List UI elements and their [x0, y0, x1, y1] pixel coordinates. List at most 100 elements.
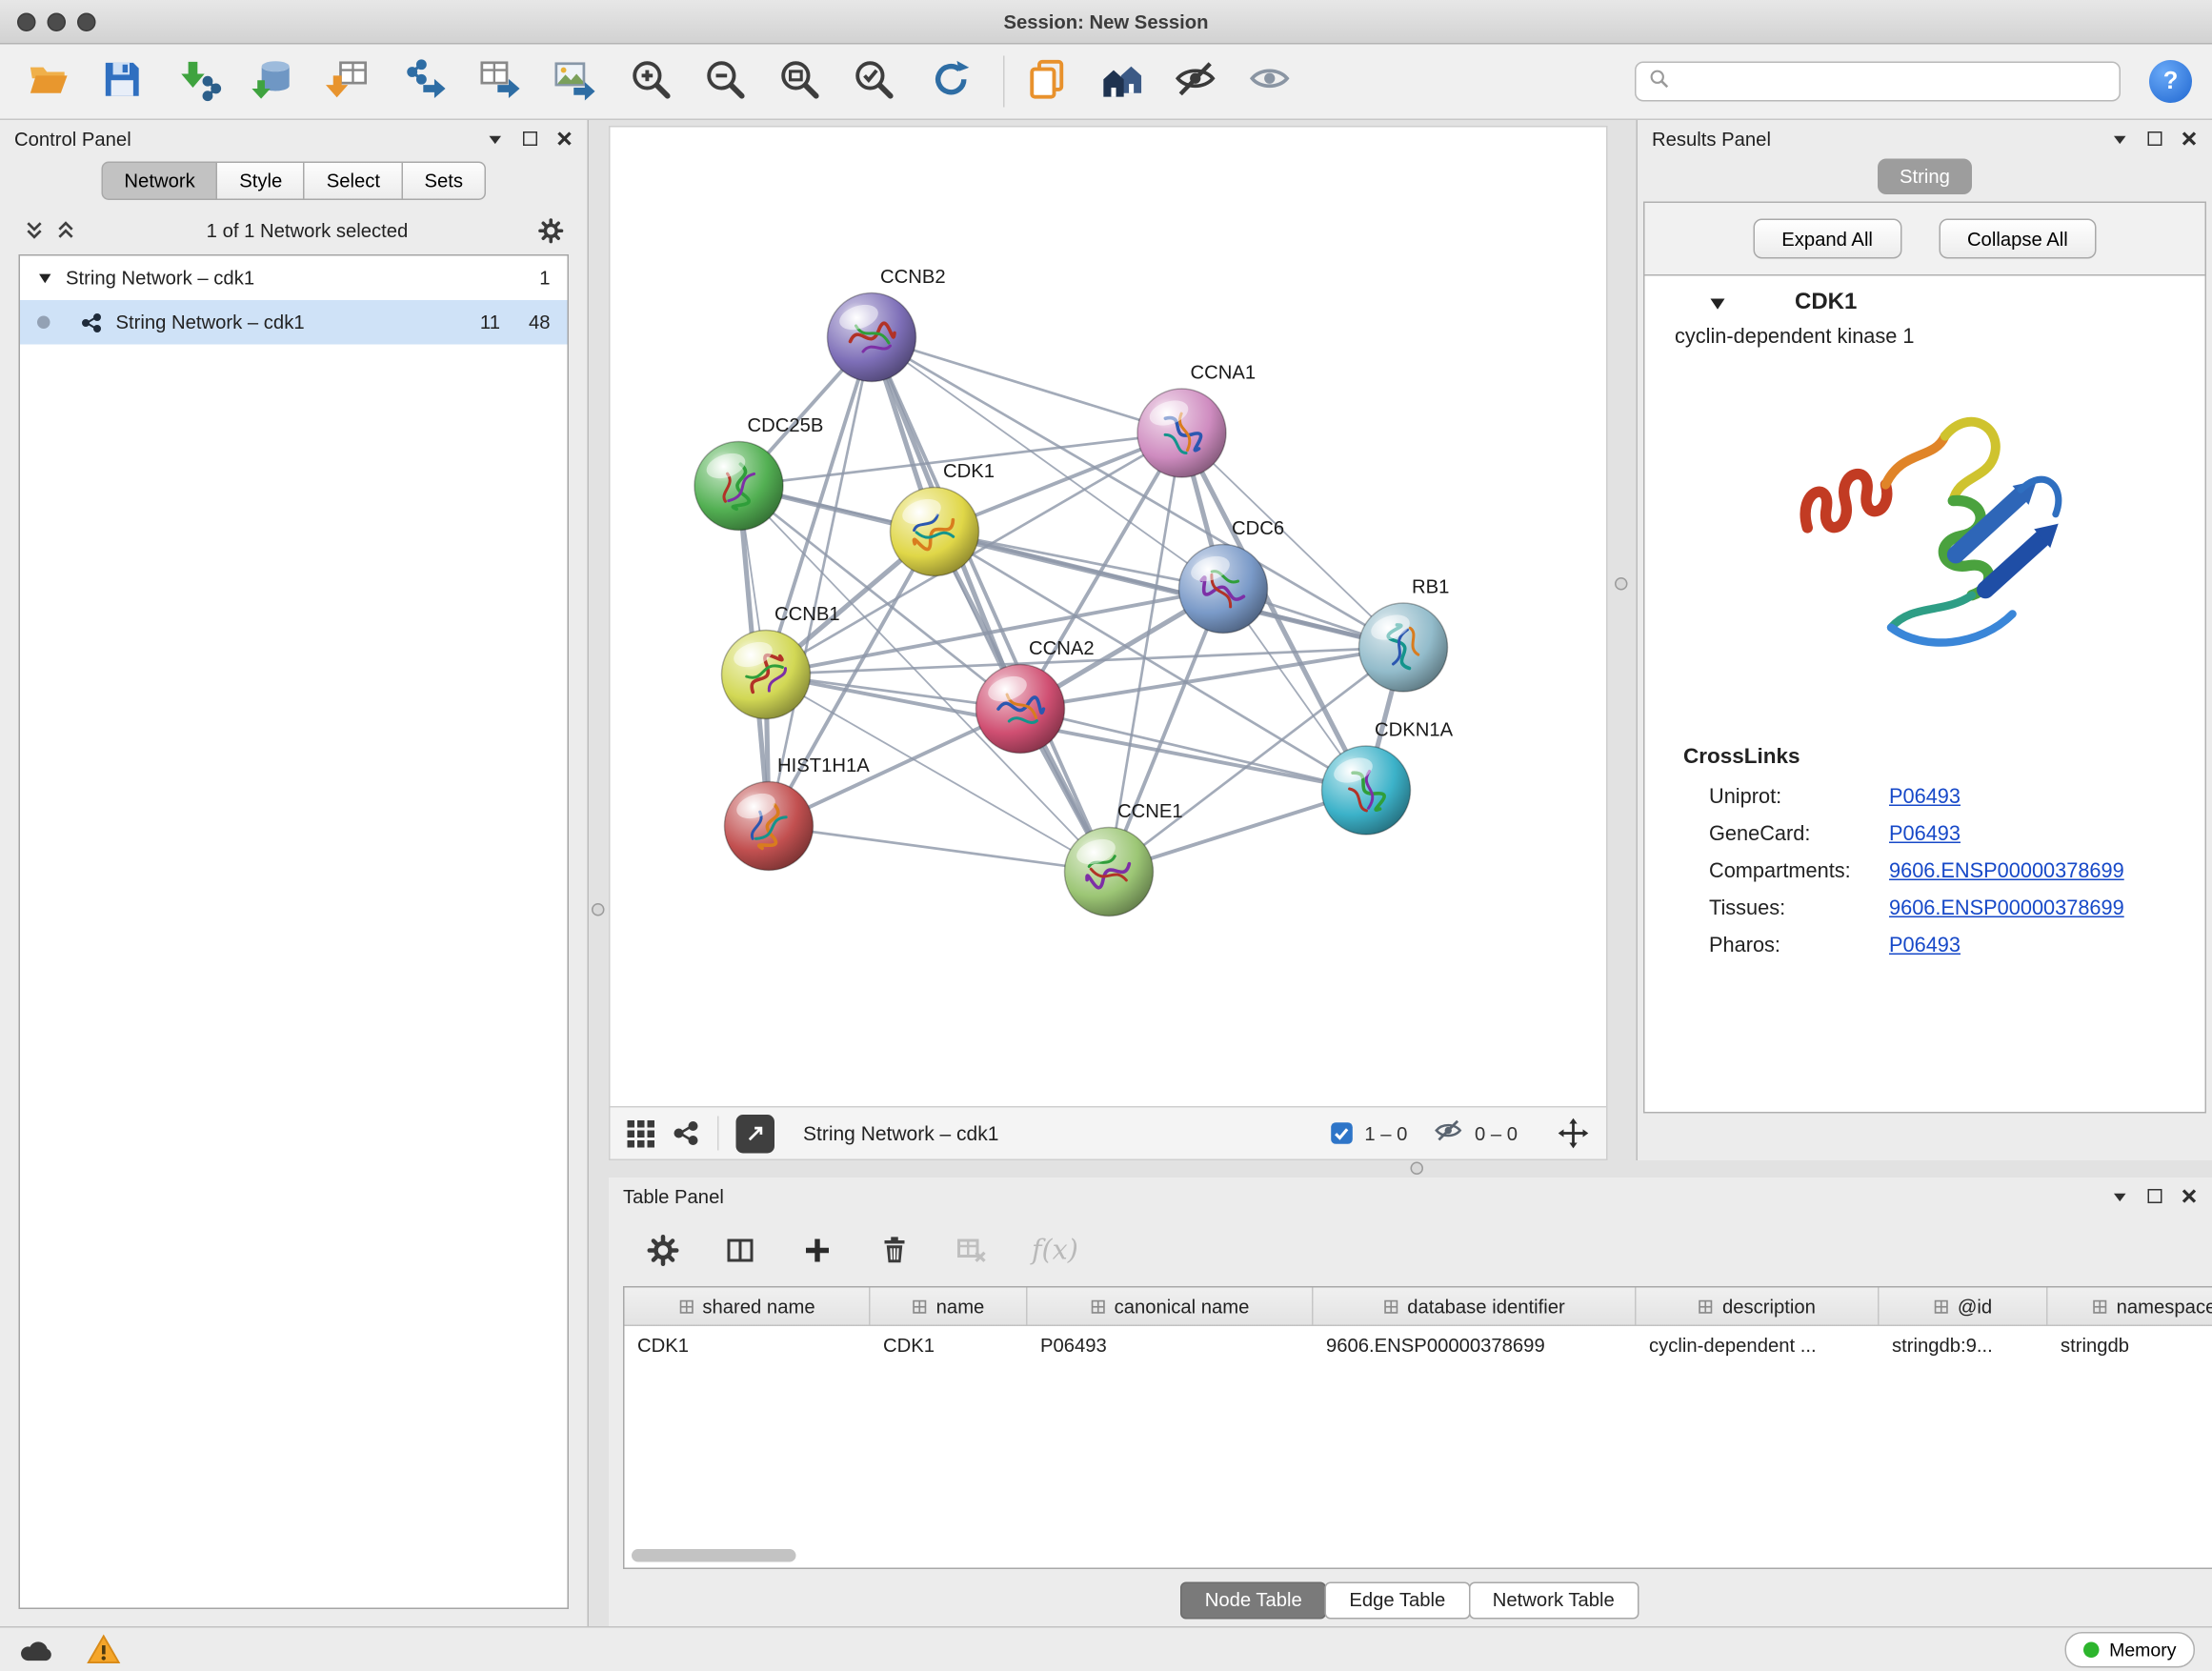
panel-menu-button[interactable] — [2111, 130, 2130, 149]
export-view-button[interactable] — [736, 1114, 775, 1153]
network-options-gear-button[interactable] — [537, 216, 565, 244]
bottom-splitter[interactable] — [609, 1160, 2212, 1178]
network-options-button[interactable] — [672, 1119, 700, 1148]
network-canvas[interactable]: CCNB2CCNA1CDC25BCDK1CDC6RB1CCNB1CCNA2CDK… — [609, 126, 1608, 1106]
open-session-button[interactable] — [20, 53, 74, 111]
apply-layout-button[interactable] — [923, 53, 977, 111]
import-network-database-button[interactable] — [246, 53, 300, 111]
column-header-database-identifier[interactable]: database identifier — [1314, 1288, 1637, 1325]
panel-close-button[interactable] — [2181, 1188, 2198, 1205]
panel-menu-button[interactable] — [486, 130, 505, 149]
column-header-namespace[interactable]: namespace — [2048, 1288, 2212, 1325]
table-cell[interactable]: stringdb — [2048, 1335, 2212, 1357]
delete-column-button[interactable] — [877, 1234, 912, 1268]
panel-float-button[interactable] — [2148, 131, 2162, 146]
expand-all-networks-button[interactable] — [54, 219, 77, 242]
selected-checkbox[interactable] — [1330, 1122, 1353, 1145]
collapse-all-button[interactable]: Collapse All — [1939, 219, 2097, 259]
network-node-hist1h1a[interactable]: HIST1H1A — [725, 755, 871, 871]
splitter-knob[interactable] — [1615, 577, 1628, 591]
search-input[interactable] — [1679, 70, 2107, 92]
table-settings-button[interactable] — [646, 1234, 680, 1268]
birds-eye-view-button[interactable] — [628, 1119, 655, 1147]
add-column-button[interactable] — [800, 1234, 835, 1268]
tab-select[interactable]: Select — [304, 162, 403, 201]
table-cell[interactable]: CDK1 — [625, 1335, 871, 1357]
network-node-ccna1[interactable]: CCNA1 — [1137, 363, 1256, 478]
network-collection-row[interactable]: String Network – cdk1 1 — [20, 256, 568, 301]
delete-table-button[interactable] — [955, 1234, 989, 1268]
crosslink-value[interactable]: 9606.ENSP00000378699 — [1889, 897, 2124, 920]
export-network-button[interactable] — [397, 53, 452, 111]
column-header-shared-name[interactable]: shared name — [625, 1288, 871, 1325]
export-table-button[interactable] — [472, 53, 526, 111]
panel-menu-button[interactable] — [2111, 1187, 2130, 1206]
network-edge[interactable] — [872, 337, 1109, 872]
table-cell[interactable]: cyclin-dependent ... — [1637, 1335, 1880, 1357]
save-session-button[interactable] — [94, 53, 149, 111]
network-row[interactable]: String Network – cdk1 11 48 — [20, 300, 568, 345]
crosslink-value[interactable]: P06493 — [1889, 823, 1961, 846]
panel-close-button[interactable] — [556, 131, 573, 148]
column-header-description[interactable]: description — [1637, 1288, 1880, 1325]
warning-button[interactable] — [86, 1632, 122, 1668]
column-header--id[interactable]: @id — [1880, 1288, 2048, 1325]
crosslink-value[interactable]: 9606.ENSP00000378699 — [1889, 860, 2124, 883]
panel-float-button[interactable] — [2148, 1189, 2162, 1203]
show-graphics-details-button[interactable] — [1242, 53, 1297, 111]
right-splitter[interactable] — [1608, 120, 1637, 1160]
left-splitter[interactable] — [589, 120, 609, 1626]
scrollbar-thumb[interactable] — [632, 1549, 796, 1562]
cloud-button[interactable] — [17, 1631, 54, 1668]
table-hscrollbar[interactable] — [632, 1549, 2201, 1562]
column-header-name[interactable]: name — [871, 1288, 1028, 1325]
table-cell[interactable]: CDK1 — [871, 1335, 1028, 1357]
crosslink-value[interactable]: P06493 — [1889, 786, 1961, 809]
network-node-ccnb2[interactable]: CCNB2 — [828, 267, 946, 382]
import-network-file-button[interactable] — [171, 53, 226, 111]
export-image-button[interactable] — [546, 53, 600, 111]
panel-close-button[interactable] — [2181, 131, 2198, 148]
tab-node-table[interactable]: Node Table — [1180, 1581, 1326, 1619]
network-edge[interactable] — [1020, 709, 1366, 791]
import-table-button[interactable] — [320, 53, 374, 111]
table-cell[interactable]: P06493 — [1028, 1335, 1314, 1357]
tab-network-table[interactable]: Network Table — [1468, 1581, 1639, 1619]
memory-button[interactable]: Memory — [2065, 1632, 2195, 1668]
tab-string[interactable]: String — [1879, 159, 1972, 195]
column-header-canonical-name[interactable]: canonical name — [1028, 1288, 1314, 1325]
home-button[interactable] — [1094, 53, 1148, 111]
tab-sets[interactable]: Sets — [402, 162, 487, 201]
network-edge[interactable] — [769, 337, 872, 826]
network-node-rb1[interactable]: RB1 — [1359, 577, 1450, 693]
crosslink-value[interactable]: P06493 — [1889, 935, 1961, 957]
pan-tool-button[interactable] — [1558, 1117, 1589, 1149]
zoom-fit-button[interactable] — [772, 53, 826, 111]
network-edge[interactable] — [769, 826, 1109, 872]
tab-network[interactable]: Network — [101, 162, 217, 201]
expand-all-button[interactable]: Expand All — [1753, 219, 1901, 259]
function-builder-button[interactable]: f(x) — [1032, 1235, 1078, 1266]
help-button[interactable]: ? — [2149, 60, 2192, 103]
copy-document-button[interactable] — [1019, 53, 1074, 111]
hide-graphics-details-button[interactable] — [1168, 53, 1222, 111]
tab-edge-table[interactable]: Edge Table — [1325, 1581, 1470, 1619]
table-row[interactable]: CDK1CDK1P064939606.ENSP00000378699cyclin… — [625, 1326, 2212, 1365]
table-cell[interactable]: stringdb:9... — [1880, 1335, 2048, 1357]
zoom-out-button[interactable] — [697, 53, 752, 111]
collapse-all-networks-button[interactable] — [23, 219, 46, 242]
show-columns-button[interactable] — [723, 1234, 757, 1268]
network-node-ccnb1[interactable]: CCNB1 — [722, 604, 840, 719]
zoom-in-button[interactable] — [623, 53, 677, 111]
zoom-selected-button[interactable] — [846, 53, 900, 111]
splitter-knob[interactable] — [592, 903, 605, 916]
table-cell[interactable]: 9606.ENSP00000378699 — [1314, 1335, 1637, 1357]
network-node-cdkn1a[interactable]: CDKN1A — [1322, 720, 1454, 836]
splitter-knob[interactable] — [1411, 1162, 1424, 1176]
collapse-section-icon[interactable] — [1709, 294, 1726, 312]
panel-float-button[interactable] — [523, 131, 537, 146]
tree-expand-icon[interactable] — [37, 271, 53, 287]
tab-style[interactable]: Style — [216, 162, 305, 201]
network-node-cdc25b[interactable]: CDC25B — [694, 415, 823, 531]
network-edge[interactable] — [872, 337, 1182, 433]
